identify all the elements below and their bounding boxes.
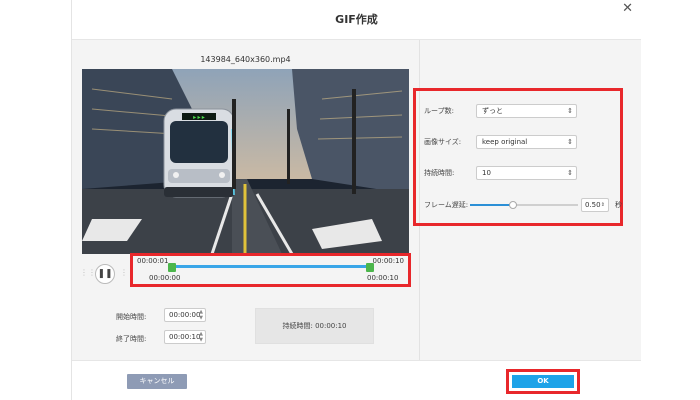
frame-delay-value: 0.50	[585, 201, 601, 209]
timeline-start-time: 00:00:01	[137, 257, 169, 265]
duration-label: 持続時間:	[424, 169, 455, 177]
spinner-arrows-icon[interactable]: ⇕	[601, 199, 605, 211]
start-time-input[interactable]: 00:00:00 ▲ ▼	[164, 308, 206, 322]
frame-delay-label: フレーム遅延:	[424, 201, 469, 209]
duration-row: 持続時間: 10 ⇕	[424, 166, 619, 180]
duration-value: 10	[482, 169, 491, 177]
size-value: keep original	[482, 138, 528, 146]
end-handle[interactable]	[366, 263, 374, 272]
cancel-button[interactable]: キャンセル	[127, 374, 187, 389]
video-frame-image: ▶ ▶ ▶	[82, 69, 409, 254]
frame-delay-unit: 秒	[615, 201, 622, 209]
loop-label: ループ数:	[424, 107, 454, 115]
size-label: 画像サイズ:	[424, 138, 462, 146]
trim-timeline[interactable]: 00:00:01 00:00:10 00:00:00 00:00:10	[130, 253, 411, 287]
spinner-arrows-icon[interactable]: ▲ ▼	[199, 331, 203, 343]
pause-button[interactable]: ❚❚	[95, 264, 115, 284]
slider-knob[interactable]	[509, 201, 518, 209]
end-time-value: 00:00:10	[169, 333, 201, 341]
size-select[interactable]: keep original ⇕	[476, 135, 577, 149]
spinner-arrows-icon[interactable]: ⇕	[567, 167, 573, 179]
start-handle[interactable]	[168, 263, 176, 272]
dialog-footer: キャンセル OK	[72, 360, 641, 400]
start-time-label: 開始時間:	[116, 313, 147, 321]
timeline-track[interactable]	[168, 265, 370, 268]
frame-delay-input[interactable]: 0.50 ⇕	[581, 198, 609, 212]
close-icon[interactable]: ✕	[622, 1, 633, 16]
slider-fill	[470, 204, 514, 206]
frame-delay-slider[interactable]	[470, 201, 578, 209]
ok-button-highlight: OK	[506, 369, 580, 394]
duration-display: 持続時間: 00:00:10	[255, 308, 374, 344]
handle-start-time: 00:00:00	[149, 274, 181, 282]
start-time-value: 00:00:00	[169, 311, 201, 319]
video-preview[interactable]: ▶ ▶ ▶	[82, 69, 409, 254]
spinner-arrows-icon[interactable]: ▲ ▼	[199, 309, 203, 321]
playback-controls: ⋮⋮ ❚❚ ⋮⋮ 00:00:01 00:00:10 00:00:00 00:0…	[72, 253, 419, 294]
end-time-label: 終了時間:	[116, 335, 147, 343]
end-time-input[interactable]: 00:00:10 ▲ ▼	[164, 330, 206, 344]
video-filename: 143984_640x360.mp4	[200, 55, 291, 64]
timeline-end-time: 00:00:10	[372, 257, 404, 265]
ok-button[interactable]: OK	[512, 375, 574, 388]
svg-text:▶ ▶ ▶: ▶ ▶ ▶	[193, 115, 206, 120]
chevron-updown-icon: ⇕	[567, 138, 573, 146]
loop-row: ループ数: ずっと ⇕	[424, 104, 619, 118]
duration-input[interactable]: 10 ⇕	[476, 166, 577, 180]
preview-panel: 143984_640x360.mp4 ▶ ▶ ▶ ⋮⋮ ❚❚ ⋮⋮ 00:00:…	[72, 40, 419, 360]
loop-value: ずっと	[482, 107, 503, 115]
frame-delay-row: フレーム遅延: 0.50 ⇕ 秒	[424, 198, 622, 212]
chevron-updown-icon: ⇕	[567, 107, 573, 115]
title-bar: GIF作成 ✕	[72, 0, 641, 40]
drag-grip-right-icon[interactable]: ⋮⋮	[120, 268, 136, 278]
size-row: 画像サイズ: keep original ⇕	[424, 135, 619, 149]
drag-grip-left-icon[interactable]: ⋮⋮	[80, 268, 96, 278]
dialog-title: GIF作成	[335, 13, 378, 26]
handle-end-time: 00:00:10	[367, 274, 399, 282]
gif-settings-box: ループ数: ずっと ⇕ 画像サイズ: keep original ⇕ 持続時間:…	[413, 88, 623, 226]
loop-select[interactable]: ずっと ⇕	[476, 104, 577, 118]
